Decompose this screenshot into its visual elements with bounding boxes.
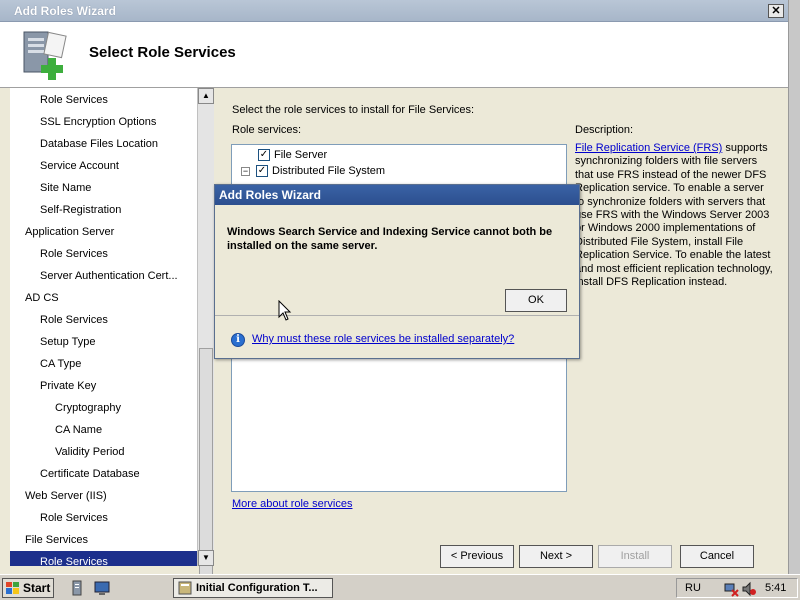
window-right-edge bbox=[788, 0, 800, 574]
nav-item[interactable]: Self-Registration bbox=[10, 199, 197, 221]
nav-item[interactable]: Web Server (IIS) bbox=[10, 485, 197, 507]
description-text: File Replication Service (FRS) supports … bbox=[575, 142, 775, 289]
checkbox-checked-icon[interactable]: ✓ bbox=[256, 165, 268, 178]
nav-item[interactable]: Validity Period bbox=[10, 441, 197, 463]
nav-item[interactable]: Server Authentication Cert... bbox=[10, 265, 197, 287]
nav-item[interactable]: SSL Encryption Options bbox=[10, 111, 197, 133]
nav-item[interactable]: CA Name bbox=[10, 419, 197, 441]
window-titlebar[interactable]: Add Roles Wizard ✕ bbox=[0, 0, 800, 22]
language-indicator[interactable]: RU bbox=[685, 582, 701, 594]
nav-item[interactable]: Setup Type bbox=[10, 331, 197, 353]
page-title: Select Role Services bbox=[89, 44, 236, 61]
scroll-up-icon[interactable]: ▲ bbox=[198, 88, 214, 104]
next-button[interactable]: Next > bbox=[519, 545, 593, 568]
description-label: Description: bbox=[575, 124, 634, 136]
collapse-icon[interactable]: − bbox=[241, 166, 250, 176]
volume-muted-icon[interactable] bbox=[741, 581, 757, 597]
dialog-divider bbox=[215, 315, 579, 316]
show-desktop-icon[interactable] bbox=[94, 580, 110, 596]
info-icon: i bbox=[231, 333, 245, 347]
nav-item[interactable]: Service Account bbox=[10, 155, 197, 177]
nav-item[interactable]: Private Key bbox=[10, 375, 197, 397]
window-title: Add Roles Wizard bbox=[14, 4, 116, 18]
dialog-message: Windows Search Service and Indexing Serv… bbox=[227, 226, 553, 252]
install-button[interactable]: Install bbox=[598, 545, 672, 568]
instruction-text: Select the role services to install for … bbox=[232, 104, 475, 116]
tree-item-label: File Server bbox=[274, 149, 328, 161]
description-body: supports synchronizing folders with file… bbox=[575, 142, 773, 289]
windows-logo-icon bbox=[6, 582, 19, 594]
nav-item[interactable]: Site Name bbox=[10, 177, 197, 199]
previous-button[interactable]: < Previous bbox=[440, 545, 514, 568]
dialog-title[interactable]: Add Roles Wizard bbox=[215, 185, 579, 205]
mouse-cursor-icon bbox=[278, 300, 292, 321]
taskbar-item-label: Initial Configuration T... bbox=[196, 582, 318, 594]
nav-item[interactable]: Certificate Database bbox=[10, 463, 197, 485]
nav-item[interactable]: CA Type bbox=[10, 353, 197, 375]
nav-item[interactable]: AD CS bbox=[10, 287, 197, 309]
scroll-down-icon[interactable]: ▼ bbox=[198, 550, 214, 566]
start-label: Start bbox=[23, 581, 51, 595]
nav-item[interactable]: Cryptography bbox=[10, 397, 197, 419]
nav-item[interactable]: Role Services bbox=[10, 309, 197, 331]
nav-item[interactable]: Role Services bbox=[10, 89, 197, 111]
frs-link[interactable]: File Replication Service (FRS) bbox=[575, 142, 722, 154]
ok-button[interactable]: OK bbox=[505, 289, 567, 312]
tree-item-label: Distributed File System bbox=[272, 165, 386, 177]
system-tray: RU 5:41 bbox=[676, 578, 798, 598]
nav-scrollbar[interactable]: ▲ ▼ bbox=[197, 88, 214, 578]
checkbox-checked-icon[interactable]: ✓ bbox=[258, 149, 270, 162]
configuration-icon bbox=[178, 581, 192, 595]
nav-item[interactable]: Database Files Location bbox=[10, 133, 197, 155]
nav-item[interactable]: Role Services bbox=[10, 243, 197, 265]
taskbar-item-initial-configuration[interactable]: Initial Configuration T... bbox=[173, 578, 333, 598]
clock[interactable]: 5:41 bbox=[765, 582, 786, 594]
nav-item[interactable]: Application Server bbox=[10, 221, 197, 243]
nav-item[interactable]: Role Services bbox=[10, 507, 197, 529]
network-icon[interactable] bbox=[723, 581, 739, 597]
wizard-header: Select Role Services bbox=[0, 22, 788, 88]
more-about-role-services-link[interactable]: More about role services bbox=[232, 498, 352, 510]
nav-item-selected[interactable]: Role Services bbox=[10, 551, 197, 566]
nav-item[interactable]: File Services bbox=[10, 529, 197, 551]
role-services-label: Role services: bbox=[232, 124, 302, 136]
tree-item-file-server[interactable]: ✓ File Server bbox=[258, 147, 327, 163]
scroll-thumb[interactable] bbox=[199, 348, 213, 578]
start-button[interactable]: Start bbox=[2, 578, 54, 598]
help-link[interactable]: Why must these role services be installe… bbox=[252, 333, 514, 345]
close-button[interactable]: ✕ bbox=[768, 4, 784, 18]
wizard-nav: Role Services SSL Encryption Options Dat… bbox=[10, 88, 197, 566]
tree-item-dfs[interactable]: − ✓ Distributed File System bbox=[241, 163, 385, 179]
cancel-button[interactable]: Cancel bbox=[680, 545, 754, 568]
error-dialog: Add Roles Wizard Windows Search Service … bbox=[214, 184, 580, 359]
taskbar: Start Initial Configuration T... RU 5:41 bbox=[0, 574, 800, 600]
server-add-icon bbox=[23, 31, 67, 80]
server-manager-icon[interactable] bbox=[70, 580, 86, 596]
